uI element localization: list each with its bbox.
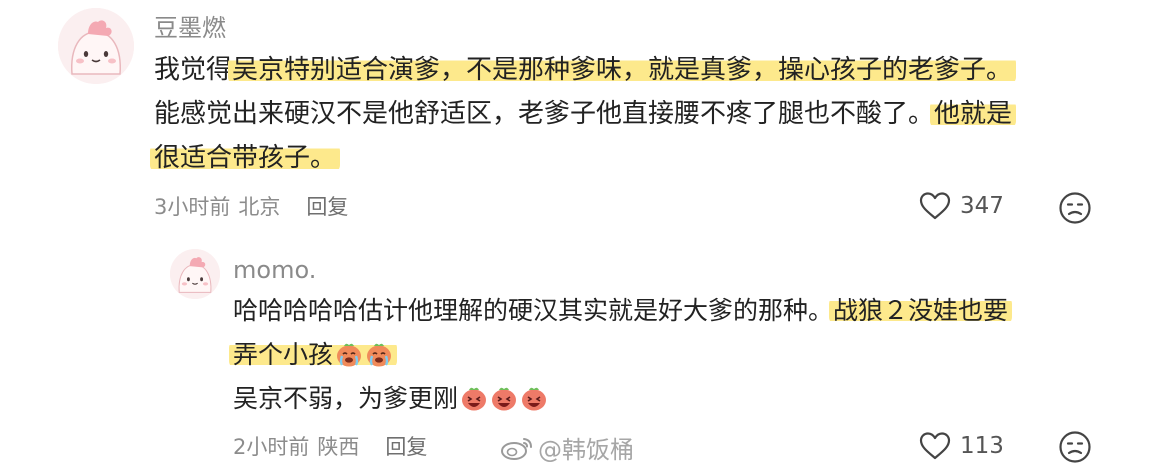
comment-meta: 3小时前 北京 回复 [154,191,348,221]
watermark: @韩饭桶 [500,430,634,465]
text-segment: 哈哈哈哈哈估计他理解的硬汉其实就是好大爹的那种。 [233,296,834,325]
frown-face-icon [1059,431,1091,463]
text-segment: 吴京不弱，为爹更刚 [233,384,459,413]
user-avatar[interactable] [58,8,134,84]
dislike-button[interactable] [1058,430,1092,464]
timestamp: 2小时前 [233,435,310,459]
cheering-face-emoji [490,384,518,412]
dislike-button[interactable] [1058,191,1092,225]
reply-meta: 2小时前 陕西 回复 [233,431,427,461]
reply-button[interactable]: 回复 [385,431,427,461]
highlighted-text: 很适合带孩子。 [150,143,341,173]
highlighted-text: 他就是 [930,99,1017,129]
crying-face-emoji [335,340,363,368]
user-avatar[interactable] [170,249,220,299]
text-segment: 弄个小孩 [233,340,334,369]
cheering-face-emoji [520,384,548,412]
username[interactable]: momo. [233,255,316,285]
reply-text: 哈哈哈哈哈估计他理解的硬汉其实就是好大爹的那种。战狼２没娃也要 弄个小孩 吴京不… [229,289,1013,421]
watermark-text: @韩饭桶 [538,436,634,464]
comment-line-3: 很适合带孩子。 [150,136,1012,180]
text-segment: 能感觉出来硬汉不是他舒适区，老爹子他直接腰不疼了腿也不酸了。 [154,99,935,129]
comment-line-1: 我觉得吴京特别适合演爹，不是那种爹味，就是真爹，操心孩子的老爹子。 [154,48,1017,92]
timestamp: 3小时前 [154,195,231,219]
username[interactable]: 豆墨燃 [154,13,226,43]
weibo-logo-icon [501,437,532,460]
reply-line-1: 哈哈哈哈哈估计他理解的硬汉其实就是好大爹的那种。战狼２没娃也要 [233,289,1013,333]
like-button[interactable]: 113 [918,431,1004,461]
heart-outline-icon [919,432,951,460]
cheering-face-emoji [460,384,488,412]
heart-outline-icon [919,192,951,220]
avatar-mascot-icon [58,8,134,84]
highlighted-text: 吴京特别适合演爹，不是那种爹味，就是真爹，操心孩子的老爹子。 [228,55,1017,85]
location: 北京 [238,195,281,219]
reply-line-3: 吴京不弱，为爹更刚 [233,377,1008,421]
highlighted-text: 战狼２没娃也要 [829,296,1013,325]
avatar-mascot-icon [170,249,220,299]
highlighted-text: 弄个小孩 [229,340,398,369]
comment-line-2: 能感觉出来硬汉不是他舒适区，老爹子他直接腰不疼了腿也不酸了。他就是 [154,92,1017,136]
like-button[interactable]: 347 [918,191,1004,221]
comment-text: 我觉得吴京特别适合演爹，不是那种爹味，就是真爹，操心孩子的老爹子。 能感觉出来硬… [150,48,1017,180]
like-count: 113 [960,433,1004,459]
crying-face-emoji [365,340,393,368]
frown-face-icon [1059,192,1091,224]
location: 陕西 [317,435,360,459]
reply-line-2: 弄个小孩 [229,333,1008,377]
like-count: 347 [960,193,1004,219]
reply-button[interactable]: 回复 [306,191,348,221]
text-segment: 我觉得 [154,55,233,85]
